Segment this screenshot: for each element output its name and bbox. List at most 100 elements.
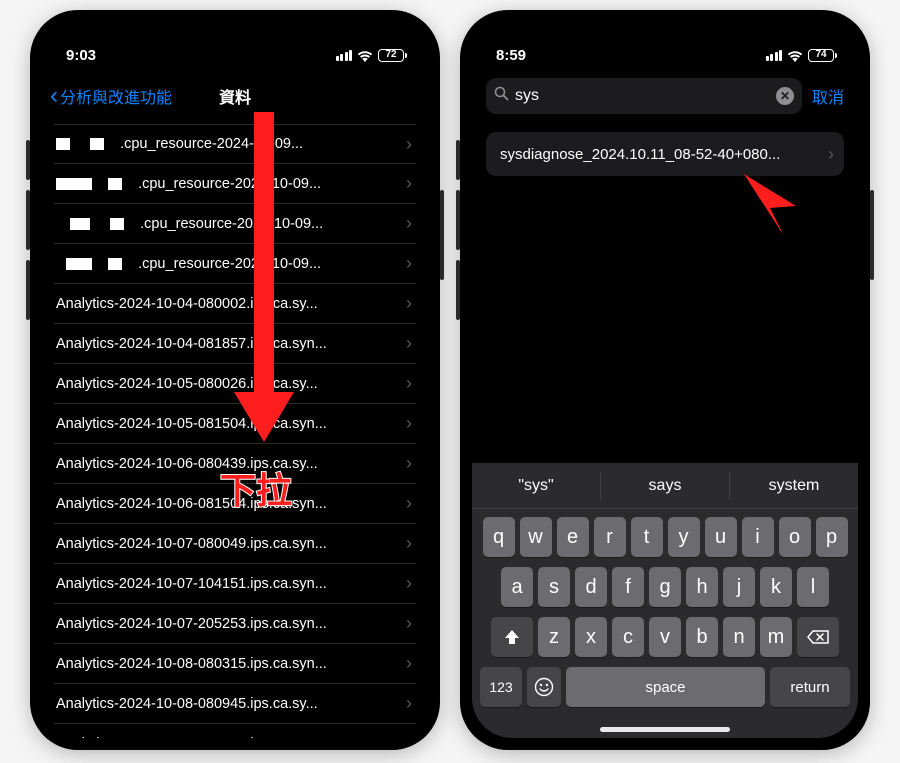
side-button [456,190,460,250]
side-button [870,190,874,280]
key-i[interactable]: i [742,517,774,557]
list-item[interactable]: .cpu_resource-2024-10-09...› [54,244,416,284]
key-p[interactable]: p [816,517,848,557]
chevron-right-icon: › [406,653,412,674]
cellular-icon [336,50,353,61]
key-v[interactable]: v [649,617,681,657]
list-item[interactable]: Analytics-2024-10-08-080945.ips.ca.sy...… [54,684,416,724]
suggestion-item[interactable]: says [601,472,730,500]
result-label: sysdiagnose_2024.10.11_08-52-40+080... [500,146,822,163]
key-k[interactable]: k [760,567,792,607]
key-n[interactable]: n [723,617,755,657]
chevron-right-icon: › [406,293,412,314]
key-x[interactable]: x [575,617,607,657]
list-item[interactable]: Analytics-2024-10-05-080026.ips.ca.sy...… [54,364,416,404]
key-l[interactable]: l [797,567,829,607]
keyboard: "sys" says system q w e r t y u i o p [472,463,858,738]
key-h[interactable]: h [686,567,718,607]
key-space[interactable]: space [566,667,765,707]
back-button[interactable]: ‹ 分析與改進功能 [50,84,172,108]
chevron-right-icon: › [406,213,412,234]
chevron-right-icon: › [406,373,412,394]
chevron-left-icon: ‹ [50,84,58,108]
status-time: 9:03 [66,47,96,64]
list-item[interactable]: Analytics-2024-10-06-081504.ips.ca.syn..… [54,484,416,524]
chevron-right-icon: › [406,533,412,554]
key-a[interactable]: a [501,567,533,607]
list-item[interactable]: Analytics-2024-10-04-081857.ips.ca.syn..… [54,324,416,364]
key-g[interactable]: g [649,567,681,607]
key-e[interactable]: e [557,517,589,557]
status-time: 8:59 [496,47,526,64]
list-item[interactable]: Analytics-2024-10-09-080049.ips.ca.sy...… [54,724,416,738]
clear-search-button[interactable]: ✕ [776,87,794,105]
cancel-button[interactable]: 取消 [812,84,844,108]
key-c[interactable]: c [612,617,644,657]
key-t[interactable]: t [631,517,663,557]
key-mode[interactable]: 123 [480,667,522,707]
key-delete[interactable] [797,617,839,657]
dynamic-island [175,36,295,66]
side-button [456,140,460,180]
chevron-right-icon: › [406,453,412,474]
list-item[interactable]: .cpu_resource-2024-10-09...› [54,164,416,204]
key-w[interactable]: w [520,517,552,557]
list-item[interactable]: .cpu_resource-2024-10-09...› [54,124,416,164]
key-return[interactable]: return [770,667,850,707]
side-button [26,190,30,250]
wifi-icon [357,49,373,61]
search-input[interactable]: sys ✕ [486,78,802,114]
battery-indicator: 72 [378,49,404,62]
search-result-item[interactable]: sysdiagnose_2024.10.11_08-52-40+080... › [486,132,844,176]
chevron-right-icon: › [406,573,412,594]
key-s[interactable]: s [538,567,570,607]
chevron-right-icon: › [406,733,412,738]
key-y[interactable]: y [668,517,700,557]
list-item[interactable]: Analytics-2024-10-06-080439.ips.ca.sy...… [54,444,416,484]
keyboard-row: a s d f g h j k l [476,567,854,607]
list-item[interactable]: Analytics-2024-10-08-080315.ips.ca.syn..… [54,644,416,684]
suggestion-item[interactable]: "sys" [472,472,601,500]
side-button [26,260,30,320]
home-indicator[interactable] [600,727,730,732]
list-item[interactable]: Analytics-2024-10-05-081504.ips.ca.syn..… [54,404,416,444]
list-item[interactable]: Analytics-2024-10-07-080049.ips.ca.syn..… [54,524,416,564]
key-b[interactable]: b [686,617,718,657]
keyboard-suggestions: "sys" says system [472,463,858,509]
chevron-right-icon: › [406,613,412,634]
key-shift[interactable] [491,617,533,657]
chevron-right-icon: › [406,413,412,434]
phone-left: 9:03 72 ‹ 分析與改進功能 資料 .cpu_resource-2024-… [30,10,440,750]
cellular-icon [766,50,783,61]
wifi-icon [787,49,803,61]
list-item[interactable]: .cpu_resource-2024-10-09...› [54,204,416,244]
key-r[interactable]: r [594,517,626,557]
key-o[interactable]: o [779,517,811,557]
back-label: 分析與改進功能 [60,84,172,108]
list-item[interactable]: Analytics-2024-10-04-080002.ips.ca.sy...… [54,284,416,324]
chevron-right-icon: › [406,253,412,274]
key-q[interactable]: q [483,517,515,557]
key-d[interactable]: d [575,567,607,607]
key-j[interactable]: j [723,567,755,607]
chevron-right-icon: › [406,134,412,155]
key-m[interactable]: m [760,617,792,657]
list-item[interactable]: Analytics-2024-10-07-205253.ips.ca.syn..… [54,604,416,644]
chevron-right-icon: › [828,144,834,165]
side-button [26,140,30,180]
key-emoji[interactable] [527,667,561,707]
phone-right: 8:59 74 sys ✕ 取消 sysdiagnose_2024.10.11_ [460,10,870,750]
key-f[interactable]: f [612,567,644,607]
keyboard-row: z x c v b n m [476,617,854,657]
keyboard-row: 123 space return [476,667,854,707]
key-u[interactable]: u [705,517,737,557]
keyboard-row: q w e r t y u i o p [476,517,854,557]
dynamic-island [605,36,725,66]
nav-bar: ‹ 分析與改進功能 資料 [42,74,428,118]
suggestion-item[interactable]: system [730,472,858,500]
log-list[interactable]: .cpu_resource-2024-10-09...› .cpu_resour… [42,118,428,738]
page-title: 資料 [219,84,251,108]
list-item[interactable]: Analytics-2024-10-07-104151.ips.ca.syn..… [54,564,416,604]
key-z[interactable]: z [538,617,570,657]
side-button [456,260,460,320]
